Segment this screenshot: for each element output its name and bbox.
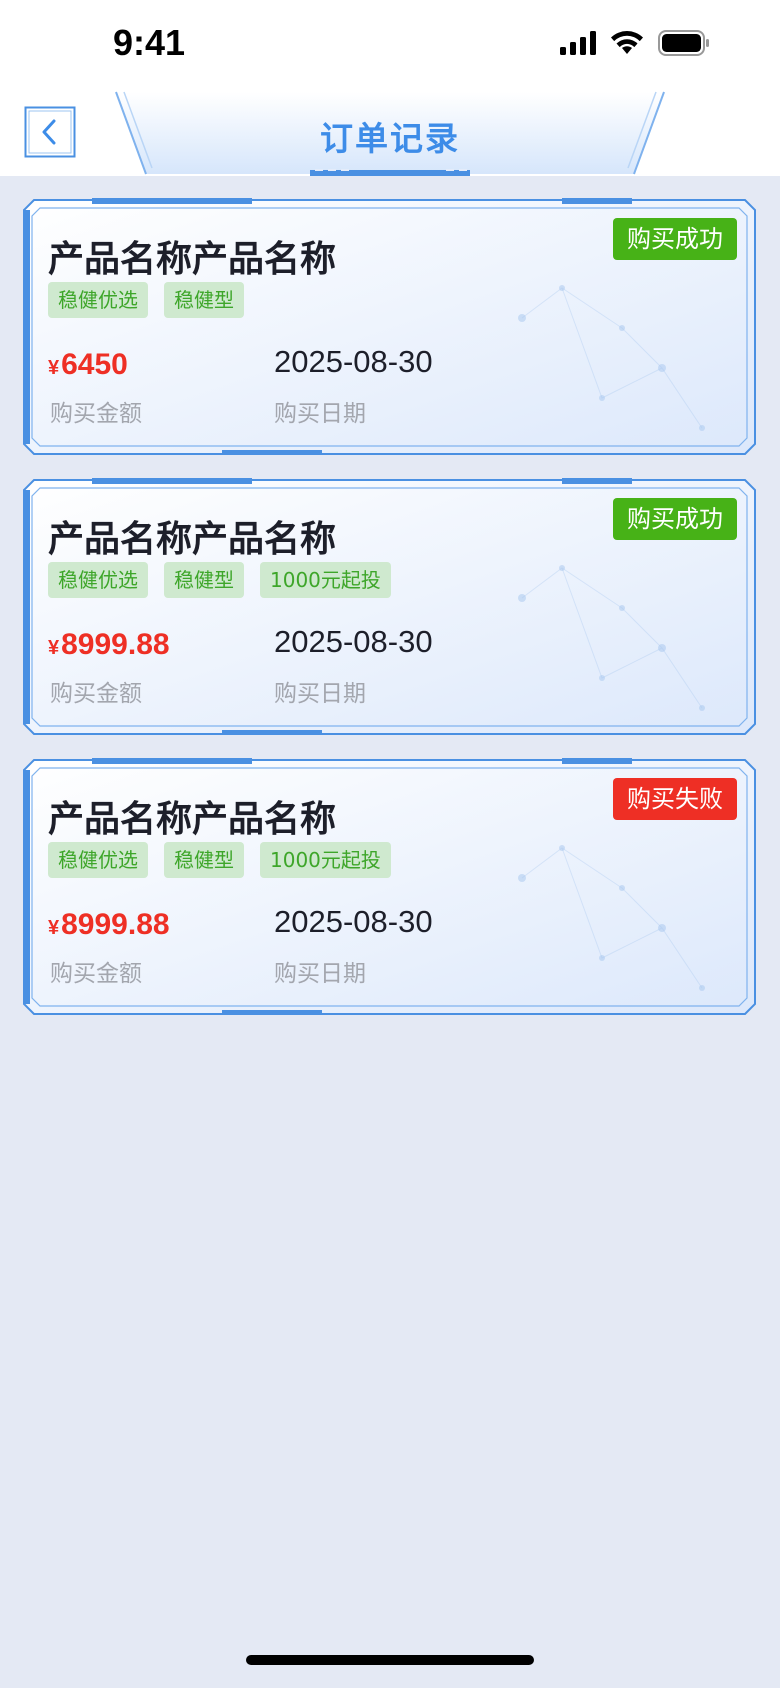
tag-list: 稳健优选 稳健型 1000元起投 <box>48 842 391 878</box>
date-label: 购买日期 <box>274 401 366 427</box>
date-label: 购买日期 <box>274 961 366 987</box>
tag: 稳健型 <box>164 282 244 318</box>
tag: 1000元起投 <box>260 842 391 878</box>
tag: 稳健优选 <box>48 842 148 878</box>
purchase-date: 2025-08-30 <box>274 344 433 379</box>
tag: 稳健优选 <box>48 282 148 318</box>
currency-symbol: ¥ <box>48 917 60 939</box>
nav-header: 订单记录 <box>0 90 780 176</box>
amount-label: 购买金额 <box>50 401 142 427</box>
order-card[interactable]: 产品名称产品名称 购买成功 稳健优选 稳健型 1000元起投 ¥8999.88 … <box>22 478 757 736</box>
tag-list: 稳健优选 稳健型 1000元起投 <box>48 562 391 598</box>
chevron-left-icon <box>24 106 76 158</box>
status-time: 9:41 <box>113 22 186 63</box>
purchase-amount: ¥6450 <box>48 348 128 382</box>
tag: 稳健优选 <box>48 562 148 598</box>
date-label: 购买日期 <box>274 681 366 707</box>
product-name: 产品名称产品名称 <box>48 519 337 560</box>
battery-icon <box>658 30 709 56</box>
wifi-icon <box>611 31 643 54</box>
currency-symbol: ¥ <box>48 357 60 379</box>
purchase-date: 2025-08-30 <box>274 904 433 939</box>
currency-symbol: ¥ <box>48 637 60 659</box>
order-card[interactable]: 产品名称产品名称 购买成功 稳健优选 稳健型 ¥6450 购买金额 2025-0… <box>22 198 757 456</box>
purchase-date: 2025-08-30 <box>274 624 433 659</box>
tag-list: 稳健优选 稳健型 <box>48 282 244 318</box>
page-title: 订单记录 <box>320 119 460 158</box>
tag: 1000元起投 <box>260 562 391 598</box>
purchase-amount: ¥8999.88 <box>48 908 170 942</box>
status-icons <box>560 28 710 58</box>
purchase-amount: ¥8999.88 <box>48 628 170 662</box>
back-button[interactable] <box>24 106 76 158</box>
home-indicator[interactable] <box>246 1655 534 1665</box>
amount-label: 购买金额 <box>50 961 142 987</box>
signal-icon <box>560 31 596 55</box>
order-card[interactable]: 产品名称产品名称 购买失败 稳健优选 稳健型 1000元起投 ¥8999.88 … <box>22 758 757 1016</box>
amount-value: 8999.88 <box>61 908 170 941</box>
product-name: 产品名称产品名称 <box>48 239 337 280</box>
tag: 稳健型 <box>164 562 244 598</box>
amount-value: 8999.88 <box>61 628 170 661</box>
status-badge: 购买失败 <box>613 778 737 820</box>
amount-label: 购买金额 <box>50 681 142 707</box>
tag: 稳健型 <box>164 842 244 878</box>
status-badge: 购买成功 <box>613 218 737 260</box>
product-name: 产品名称产品名称 <box>48 799 337 840</box>
title-banner: 订单记录 <box>110 90 670 176</box>
status-bar: 9:41 <box>0 0 780 90</box>
amount-value: 6450 <box>61 348 128 381</box>
status-badge: 购买成功 <box>613 498 737 540</box>
